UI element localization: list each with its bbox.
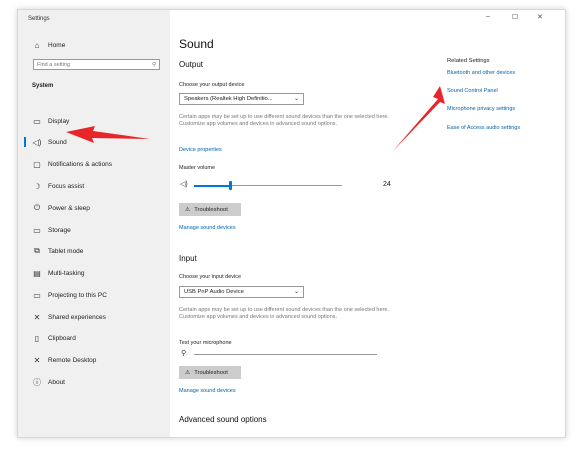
related-settings-label: Related Settings: [447, 58, 490, 64]
shared-icon: ✕: [33, 312, 41, 322]
sidebar-item-display[interactable]: ▭ Display: [18, 113, 170, 129]
volume-slider-fill: [194, 185, 230, 187]
device-properties-link[interactable]: Device properties: [179, 147, 222, 153]
sidebar-item-label: Sound: [48, 138, 67, 146]
input-description: Certain apps may be set up to use differ…: [179, 307, 389, 320]
sidebar: Settings ⌂ Home Find a setting ⚲ System …: [18, 10, 170, 437]
storage-icon: ▭: [33, 225, 41, 235]
minimize-button[interactable]: –: [486, 13, 490, 20]
moon-icon: ☽: [33, 181, 41, 191]
sidebar-item-label: Multi-tasking: [48, 269, 85, 277]
output-troubleshoot-button[interactable]: ⚠ Troubleshoot: [179, 203, 241, 216]
settings-window: Settings ⌂ Home Find a setting ⚲ System …: [17, 9, 566, 438]
ease-of-access-audio-link[interactable]: Ease of Access audio settings: [447, 125, 520, 131]
sidebar-item-label: Shared experiences: [48, 313, 106, 321]
speaker-icon: ◁): [32, 137, 42, 147]
sidebar-item-label: Notifications & actions: [48, 160, 112, 168]
maximize-button[interactable]: ☐: [512, 13, 518, 21]
sidebar-item-label: Tablet mode: [48, 247, 84, 255]
sidebar-item-storage[interactable]: ▭ Storage: [18, 222, 170, 238]
sidebar-item-home[interactable]: ⌂ Home: [18, 37, 170, 53]
sidebar-item-label: Clipboard: [48, 334, 76, 342]
output-heading: Output: [179, 60, 204, 69]
volume-slider-thumb[interactable]: [229, 181, 232, 190]
sidebar-item-shared-experiences[interactable]: ✕ Shared experiences: [18, 309, 170, 325]
sidebar-item-label: Remote Desktop: [48, 356, 97, 364]
sidebar-item-label: Power & sleep: [48, 204, 90, 212]
sidebar-item-label: Storage: [48, 226, 71, 234]
advanced-sound-options-heading[interactable]: Advanced sound options: [179, 415, 267, 424]
sidebar-item-notifications[interactable]: ▢ Notifications & actions: [18, 156, 170, 172]
close-button[interactable]: ✕: [537, 13, 543, 21]
troubleshoot-label: Troubleshoot: [194, 369, 228, 376]
multitask-icon: ▤: [33, 268, 41, 278]
sound-control-panel-link[interactable]: Sound Control Panel: [447, 88, 498, 94]
sidebar-item-power[interactable]: ⏻ Power & sleep: [18, 200, 170, 216]
info-icon: ⓘ: [33, 377, 41, 387]
sidebar-item-clipboard[interactable]: ▯ Clipboard: [18, 330, 170, 346]
search-input[interactable]: Find a setting ⚲: [33, 59, 160, 70]
microphone-privacy-link[interactable]: Microphone privacy settings: [447, 106, 515, 112]
microphone-icon: ⚲: [181, 350, 187, 357]
output-device-value: Speakers (Realtek High Definitio...: [184, 96, 273, 102]
volume-icon[interactable]: ◁): [180, 180, 188, 188]
sidebar-item-projecting[interactable]: ▭ Projecting to this PC: [18, 287, 170, 303]
clipboard-icon: ▯: [34, 333, 40, 343]
input-troubleshoot-button[interactable]: ⚠ Troubleshoot: [179, 366, 241, 379]
sidebar-item-remote-desktop[interactable]: ✕ Remote Desktop: [18, 352, 170, 368]
input-device-label: Choose your input device: [179, 274, 242, 280]
sidebar-item-focus-assist[interactable]: ☽ Focus assist: [18, 178, 170, 194]
page-title: Sound: [179, 37, 214, 51]
home-icon: ⌂: [34, 40, 40, 50]
window-title: Settings: [28, 16, 50, 22]
chevron-down-icon: ⌄: [294, 289, 299, 295]
volume-value: 24: [383, 181, 391, 188]
display-icon: ▭: [33, 116, 41, 126]
warning-icon: ⚠: [185, 369, 191, 376]
input-heading: Input: [179, 254, 197, 263]
troubleshoot-label: Troubleshoot: [194, 206, 228, 213]
output-manage-devices-link[interactable]: Manage sound devices: [179, 225, 236, 231]
project-icon: ▭: [33, 290, 41, 300]
sidebar-item-sound[interactable]: ◁) Sound: [18, 134, 170, 150]
input-manage-devices-link[interactable]: Manage sound devices: [179, 388, 236, 394]
input-device-dropdown[interactable]: USB PnP Audio Device ⌄: [179, 286, 304, 298]
search-placeholder: Find a setting: [37, 61, 71, 68]
sidebar-item-multitasking[interactable]: ▤ Multi-tasking: [18, 265, 170, 281]
search-icon: ⚲: [151, 61, 156, 68]
tablet-icon: ⧉: [34, 246, 40, 255]
sidebar-item-label: Focus assist: [48, 182, 85, 190]
sidebar-item-label: About: [48, 378, 65, 386]
output-description: Certain apps may be set up to use differ…: [179, 114, 389, 127]
input-device-value: USB PnP Audio Device: [184, 289, 244, 295]
chevron-down-icon: ⌄: [294, 96, 299, 102]
test-microphone-label: Test your microphone: [179, 340, 232, 346]
main-content: – ☐ ✕ Sound Output Choose your output de…: [170, 10, 565, 437]
sidebar-item-label: Projecting to this PC: [48, 291, 107, 299]
sidebar-item-label: Home: [48, 41, 66, 49]
sidebar-item-label: Display: [48, 117, 70, 125]
power-icon: ⏻: [33, 203, 41, 212]
remote-icon: ✕: [33, 355, 41, 365]
master-volume-label: Master volume: [179, 165, 216, 171]
notification-icon: ▢: [33, 159, 41, 169]
bluetooth-devices-link[interactable]: Bluetooth and other devices: [447, 70, 515, 76]
microphone-level-bar: [194, 354, 377, 355]
section-label: System: [32, 83, 54, 89]
warning-icon: ⚠: [185, 206, 191, 213]
sidebar-item-tablet-mode[interactable]: ⧉ Tablet mode: [18, 243, 170, 259]
output-device-label: Choose your output device: [179, 82, 245, 88]
output-device-dropdown[interactable]: Speakers (Realtek High Definitio... ⌄: [179, 93, 304, 105]
sidebar-item-about[interactable]: ⓘ About: [18, 374, 170, 390]
